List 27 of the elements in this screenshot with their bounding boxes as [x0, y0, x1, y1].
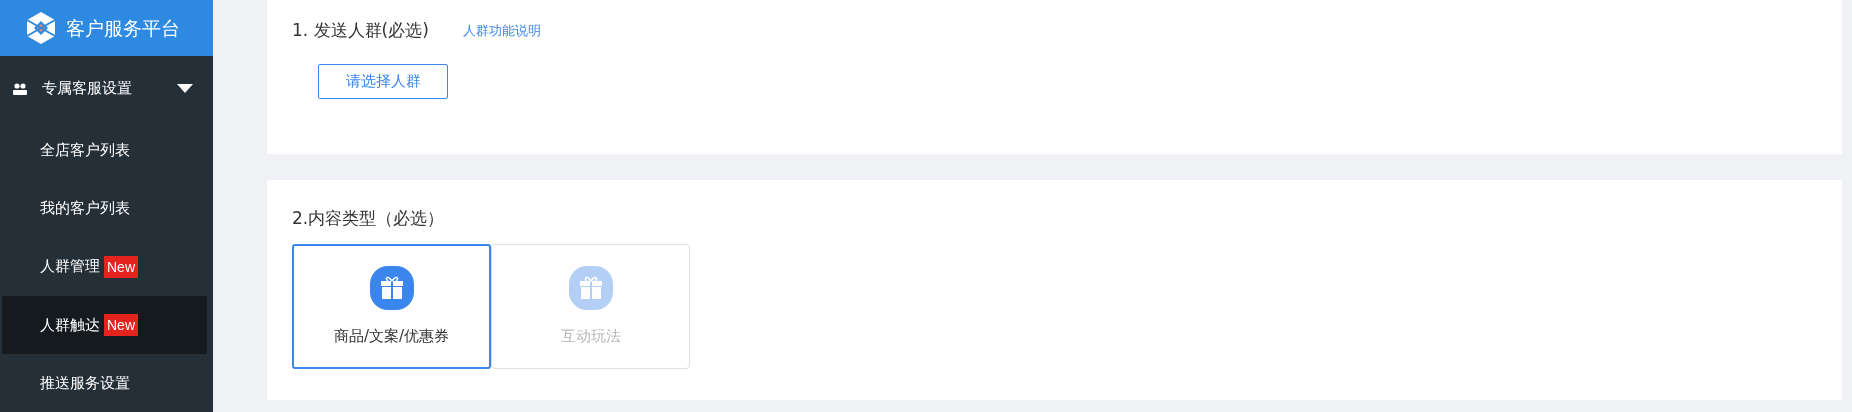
- logo-icon: [24, 11, 58, 46]
- option-label: 商品/文案/优惠券: [333, 325, 450, 347]
- sidebar-item-label: 我的客户列表: [40, 198, 130, 220]
- section-title: 1. 发送人群(必选): [292, 19, 429, 42]
- caret-icon: [177, 84, 193, 94]
- sidebar-item-label: 人群触达: [40, 314, 100, 336]
- brand-name: 客户服务平台: [66, 15, 180, 41]
- section-title: 2.内容类型（必选）: [292, 207, 446, 230]
- sidebar-item[interactable]: 人群管理 New: [2, 237, 207, 296]
- new-badge: New: [104, 255, 138, 278]
- sidebar-item-label: 推送服务设置: [40, 372, 130, 394]
- people-icon: [12, 82, 28, 95]
- menu-group-label: 专属客服设置: [42, 78, 133, 100]
- select-audience-button[interactable]: 请选择人群: [318, 63, 448, 99]
- new-badge: New: [104, 313, 138, 336]
- help-link[interactable]: 人群功能说明: [462, 21, 541, 41]
- menu-group[interactable]: 专属客服设置: [0, 56, 213, 122]
- sidebar-item[interactable]: 我的客户列表: [2, 179, 207, 238]
- sidebar-item[interactable]: 推送服务设置: [2, 353, 207, 412]
- sidebar-item[interactable]: 人群触达 New: [2, 295, 207, 354]
- option-label: 互动玩法: [560, 325, 621, 347]
- content-type-option[interactable]: 商品/文案/优惠券: [292, 243, 491, 369]
- gift-icon: [567, 264, 614, 311]
- gift-icon: [368, 264, 415, 311]
- sidebar-item-label: 人群管理: [40, 256, 100, 278]
- sidebar-item-label: 全店客户列表: [40, 140, 130, 161]
- sidebar-item[interactable]: 全店客户列表: [2, 121, 207, 180]
